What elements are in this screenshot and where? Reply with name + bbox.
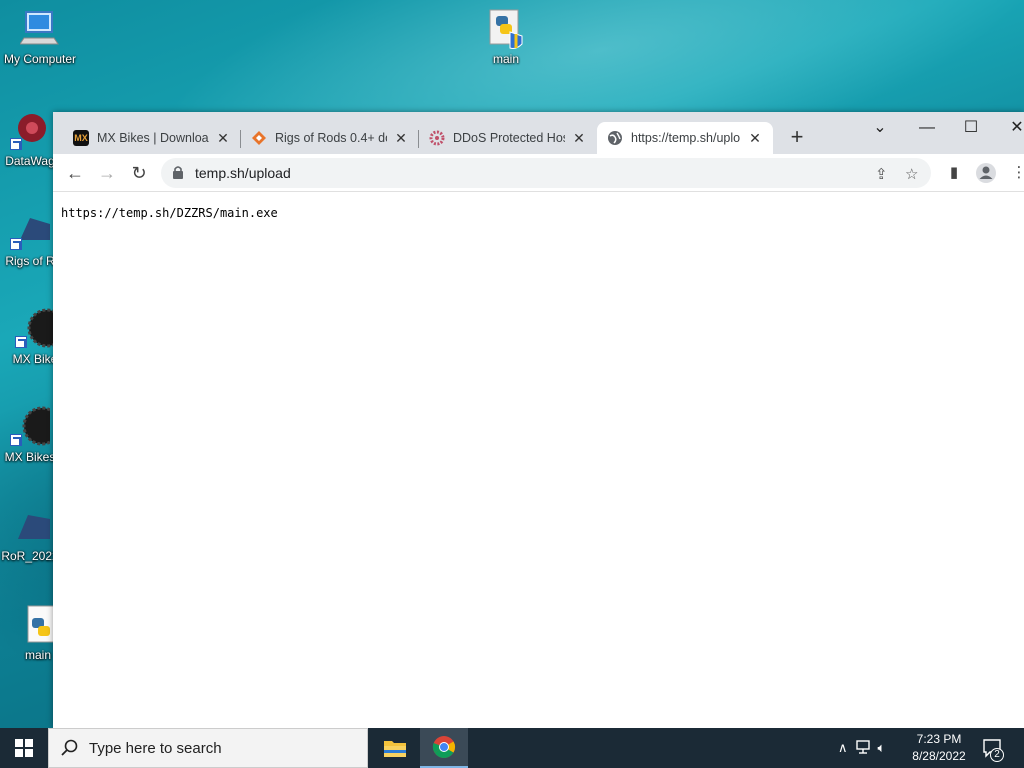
tab-title: DDoS Protected Hos: [453, 131, 565, 145]
maximize-button[interactable]: ☐: [951, 116, 991, 140]
close-icon[interactable]: ✕: [571, 130, 587, 147]
tire-icon: [15, 308, 67, 348]
desktop-icon-main-exe[interactable]: main: [466, 8, 546, 66]
close-icon[interactable]: ✕: [215, 130, 231, 147]
diamond-favicon-icon: [251, 130, 267, 146]
volume-icon[interactable]: 🔈︎: [878, 740, 886, 756]
address-bar[interactable]: temp.sh/upload ⇪ ☆: [161, 158, 931, 188]
upload-result-link[interactable]: https://temp.sh/DZZRS/main.exe: [61, 206, 278, 220]
taskbar-file-explorer[interactable]: [371, 728, 419, 768]
taskbar-search-box[interactable]: Type here to search: [48, 728, 368, 768]
side-panel-icon[interactable]: ▮: [942, 161, 966, 185]
computer-icon: [19, 8, 60, 48]
chevron-up-icon[interactable]: ∧: [838, 740, 848, 756]
tab-ddos-protected[interactable]: DDoS Protected Hos ✕: [419, 122, 597, 154]
shortcut-arrow-icon: [15, 336, 27, 348]
notification-count-badge: 2: [990, 748, 1004, 762]
taskbar-clock[interactable]: 7:23 PM 8/28/2022: [906, 731, 972, 765]
chrome-icon: [432, 736, 455, 758]
tab-title: Rigs of Rods 0.4+ do: [275, 131, 387, 145]
gear-favicon-icon: [429, 130, 445, 146]
profile-avatar-icon[interactable]: [974, 161, 998, 185]
new-tab-button[interactable]: +: [785, 126, 809, 150]
tire-icon: [10, 406, 62, 446]
ror-folder-icon: [10, 505, 50, 545]
browser-toolbar: ← → ↻ temp.sh/upload ⇪ ☆ ▮ ⋮: [53, 154, 1024, 192]
taskbar-chrome[interactable]: [420, 728, 468, 768]
forward-button[interactable]: →: [95, 161, 119, 185]
back-button[interactable]: ←: [63, 161, 87, 185]
shortcut-arrow-icon: [10, 238, 22, 250]
system-tray: ∧ 🔈︎: [838, 728, 885, 768]
network-icon[interactable]: [855, 739, 872, 757]
rigs-of-rods-icon: [10, 210, 50, 250]
mx-bikes-favicon-icon: MX: [73, 130, 89, 146]
url-text: temp.sh/upload: [195, 165, 291, 181]
lock-icon: [173, 166, 183, 179]
clock-date: 8/28/2022: [912, 749, 966, 763]
datawag-icon: [10, 110, 50, 150]
tab-search-chevron-icon[interactable]: ⌄: [860, 116, 900, 140]
tab-title: MX Bikes | Download: [97, 131, 209, 145]
close-icon[interactable]: ✕: [393, 130, 409, 147]
taskbar: Type here to search ∧ 🔈︎ 7:23 PM 8/28/20…: [0, 728, 1024, 768]
shortcut-arrow-icon: [10, 138, 22, 150]
desktop-icon-my-computer[interactable]: My Computer: [0, 8, 80, 66]
tab-title: https://temp.sh/uplo: [631, 131, 741, 145]
globe-favicon-icon: [607, 130, 623, 146]
shortcut-arrow-icon: [10, 434, 22, 446]
windows-logo-icon: [15, 739, 33, 757]
python-exe-icon: [486, 8, 526, 49]
start-button[interactable]: [0, 728, 48, 768]
bookmark-star-icon[interactable]: ☆: [905, 165, 918, 183]
tab-rigs-of-rods[interactable]: Rigs of Rods 0.4+ do ✕: [241, 122, 419, 154]
tab-temp-sh-upload[interactable]: https://temp.sh/uplo ✕: [597, 122, 773, 154]
tab-mx-bikes[interactable]: MX MX Bikes | Download ✕: [63, 122, 241, 154]
more-menu-icon[interactable]: ⋮: [1007, 161, 1024, 185]
search-icon: [61, 739, 78, 756]
clock-time: 7:23 PM: [916, 732, 962, 746]
close-icon[interactable]: ✕: [747, 130, 763, 147]
minimize-button[interactable]: —: [907, 116, 947, 140]
page-content: https://temp.sh/DZZRS/main.exe: [53, 193, 1024, 728]
chrome-window: MX MX Bikes | Download ✕ Rigs of Rods 0.…: [53, 112, 1024, 728]
share-icon[interactable]: ⇪: [875, 165, 888, 183]
close-window-button[interactable]: ✕: [997, 116, 1024, 140]
tab-strip: MX MX Bikes | Download ✕ Rigs of Rods 0.…: [53, 112, 1024, 154]
search-placeholder: Type here to search: [89, 739, 222, 757]
desktop-icon-label: main: [492, 52, 519, 66]
desktop-icon-label: My Computer: [3, 52, 77, 66]
notification-center-button[interactable]: 2: [982, 728, 1004, 768]
python-file-icon: [18, 604, 58, 644]
reload-button[interactable]: ↻: [127, 161, 151, 185]
folder-icon: [384, 741, 406, 757]
